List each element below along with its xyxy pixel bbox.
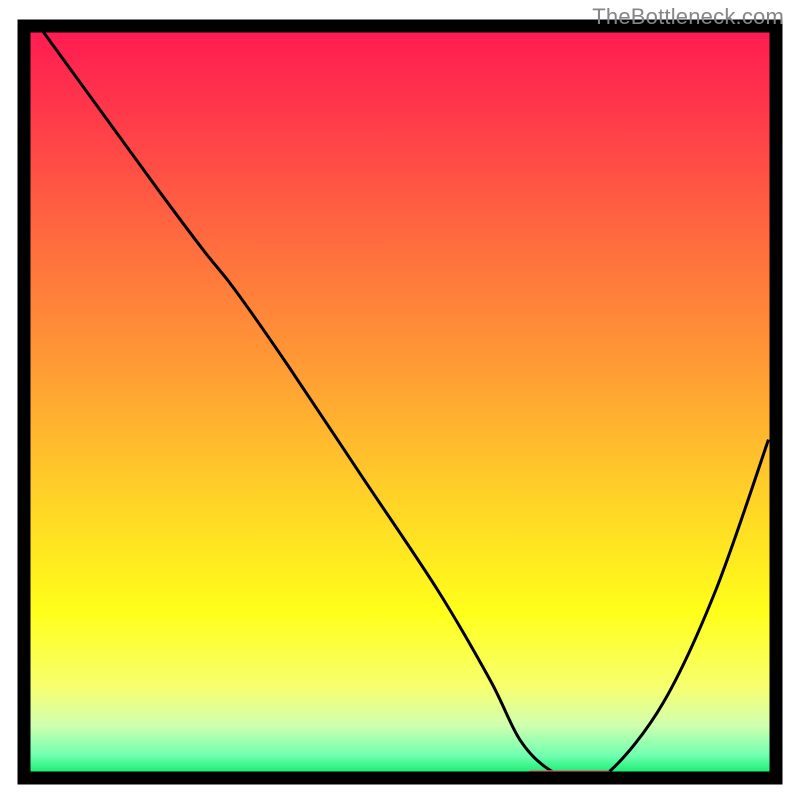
watermark-text: TheBottleneck.com (592, 4, 784, 30)
plot-background (24, 26, 776, 778)
chart-canvas (0, 0, 800, 800)
